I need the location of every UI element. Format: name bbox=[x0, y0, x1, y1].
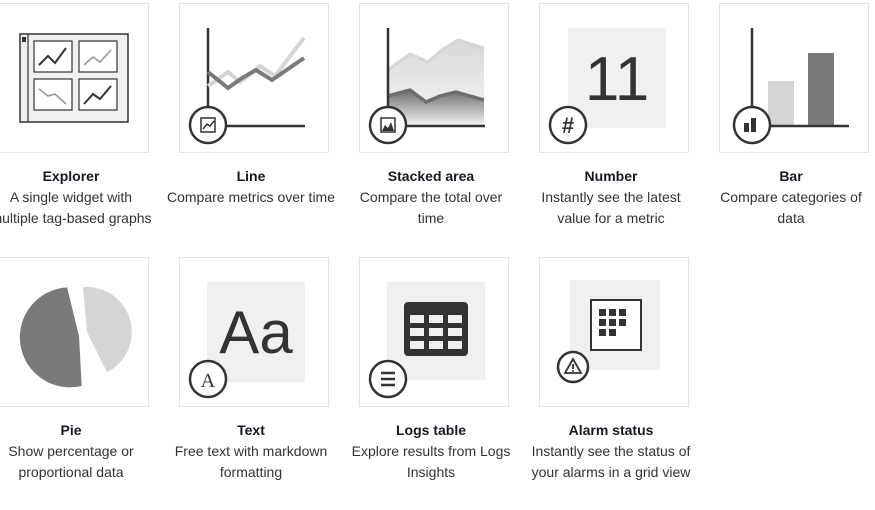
widget-title: Number bbox=[584, 168, 638, 184]
widget-description: Compare metrics over time bbox=[166, 189, 336, 205]
bar-thumbnail bbox=[719, 3, 869, 153]
widget-description: A single widget with multiple tag-based … bbox=[0, 189, 152, 226]
pie-chart-icon bbox=[19, 287, 132, 388]
explorer-thumbnail bbox=[0, 3, 149, 153]
number-value: 11 bbox=[585, 45, 649, 114]
text-icon: Aa A bbox=[188, 282, 305, 399]
widget-title: Logs table bbox=[395, 422, 466, 438]
number-icon: 11 # bbox=[548, 28, 666, 145]
widget-title: Alarm status bbox=[568, 422, 654, 438]
pie-thumbnail bbox=[0, 257, 149, 407]
line-chart-icon bbox=[188, 28, 306, 145]
widget-description: Show percentage or proportional data bbox=[8, 443, 134, 480]
widget-description: Instantly see the latest value for a met… bbox=[541, 189, 681, 226]
bar-chart-icon bbox=[732, 28, 849, 145]
line-thumbnail bbox=[179, 3, 329, 153]
widget-title: Text bbox=[237, 422, 265, 438]
widget-title: Stacked area bbox=[387, 168, 475, 184]
explorer-grid-icon bbox=[19, 33, 129, 123]
widget-title: Line bbox=[236, 168, 266, 184]
widget-description: Compare categories of data bbox=[720, 189, 862, 226]
text-thumbnail: Aa A bbox=[179, 257, 329, 407]
logs-table-thumbnail bbox=[359, 257, 509, 407]
widget-description: Instantly see the status of your alarms … bbox=[531, 443, 691, 480]
widget-description: Explore results from Logs Insights bbox=[351, 443, 511, 480]
widget-title: Pie bbox=[60, 422, 82, 438]
text-sample: Aa bbox=[219, 299, 293, 366]
alarm-status-icon bbox=[556, 280, 660, 384]
widget-title: Explorer bbox=[42, 168, 100, 184]
stacked-area-icon bbox=[368, 28, 485, 145]
widget-description: Free text with markdown formatting bbox=[174, 443, 328, 480]
number-thumbnail: 11 # bbox=[539, 3, 689, 153]
logs-table-icon bbox=[368, 282, 485, 399]
stacked-area-thumbnail bbox=[359, 3, 509, 153]
alarm-status-thumbnail bbox=[539, 257, 689, 407]
svg-text:A: A bbox=[201, 370, 216, 392]
svg-text:#: # bbox=[562, 113, 574, 138]
widget-title: Bar bbox=[779, 168, 803, 184]
widget-description: Compare the total over time bbox=[359, 189, 503, 226]
